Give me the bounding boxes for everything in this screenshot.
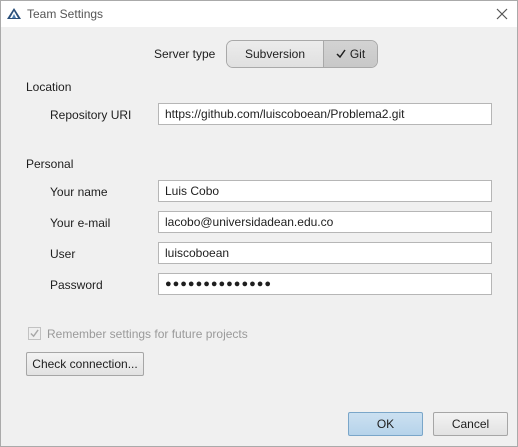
user-input[interactable]	[158, 242, 492, 264]
location-section-label: Location	[26, 80, 72, 94]
repository-uri-label: Repository URI	[50, 108, 132, 122]
password-input[interactable]	[158, 273, 492, 295]
close-button[interactable]	[487, 1, 517, 27]
subversion-option-label: Subversion	[244, 47, 306, 61]
ok-label: OK	[376, 417, 395, 431]
server-type-segmented-control: Subversion Git	[226, 40, 378, 68]
checkmark-icon	[30, 329, 39, 338]
close-icon	[496, 8, 508, 20]
password-label: Password	[50, 278, 103, 292]
server-type-label: Server type	[154, 47, 216, 61]
remember-settings-label: Remember settings for future projects	[47, 327, 248, 341]
repository-uri-input[interactable]	[158, 103, 492, 125]
remember-settings-checkbox[interactable]	[28, 327, 41, 340]
git-option-label: Git	[349, 47, 366, 61]
server-type-subversion-option[interactable]: Subversion	[227, 41, 323, 67]
app-logo-icon	[6, 6, 22, 22]
server-type-git-option[interactable]: Git	[323, 41, 377, 67]
user-label: User	[50, 247, 76, 261]
title-bar: Team Settings	[1, 1, 517, 27]
your-name-label: Your name	[50, 185, 108, 199]
your-email-label: Your e-mail	[50, 216, 111, 230]
checkmark-icon	[336, 49, 346, 59]
cancel-button[interactable]: Cancel	[433, 412, 508, 436]
team-settings-dialog: Team Settings Server type Subversion Git…	[0, 0, 518, 447]
cancel-label: Cancel	[451, 417, 490, 431]
your-email-input[interactable]	[158, 211, 492, 233]
ok-button[interactable]: OK	[348, 412, 423, 436]
your-name-input[interactable]	[158, 180, 492, 202]
window-title: Team Settings	[27, 7, 104, 21]
personal-section-label: Personal	[26, 157, 74, 171]
check-connection-button[interactable]: Check connection...	[26, 352, 144, 376]
check-connection-label: Check connection...	[32, 357, 138, 371]
